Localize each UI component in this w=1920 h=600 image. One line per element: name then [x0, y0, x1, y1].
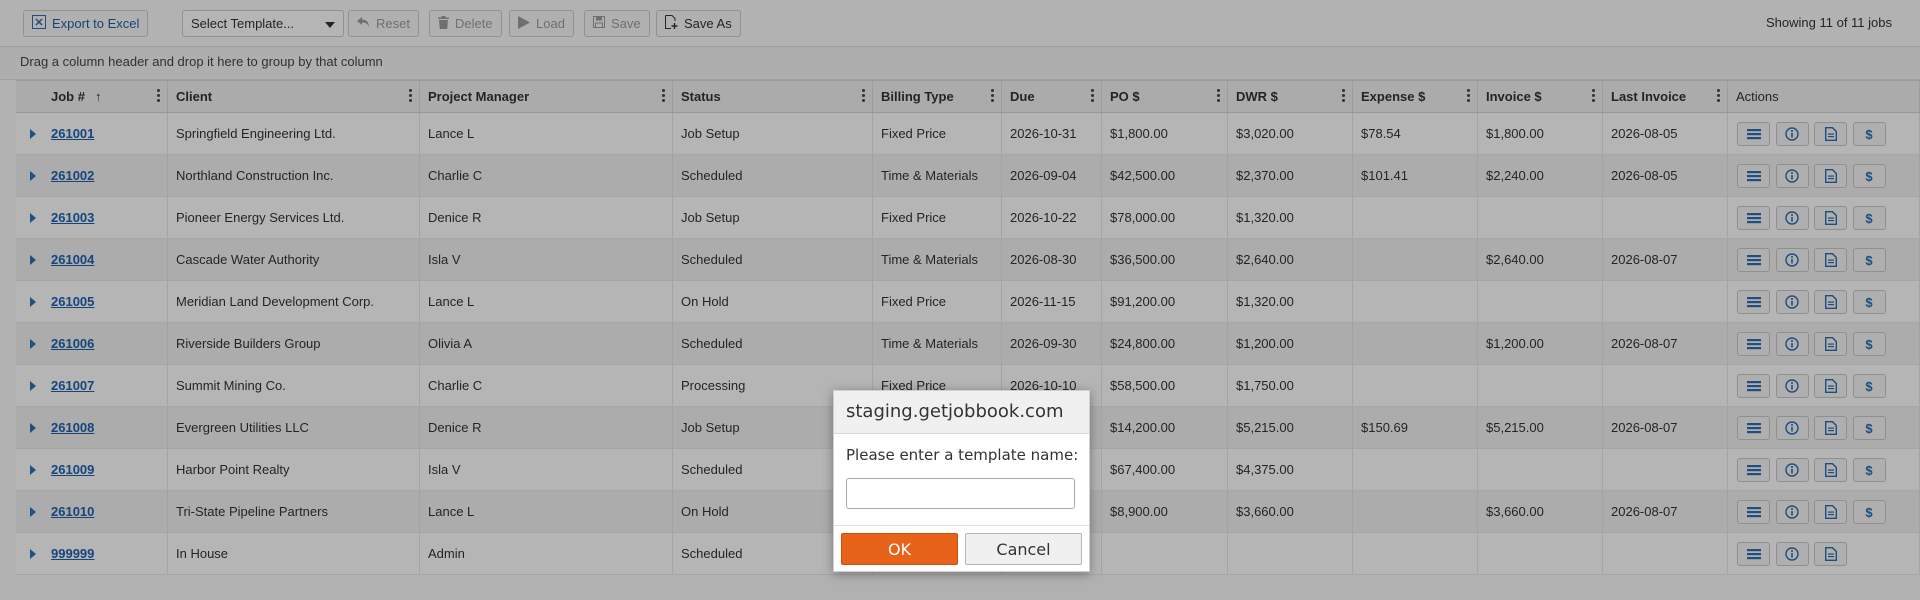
dialog-title: staging.getjobbook.com: [846, 401, 1064, 422]
template-name-prompt-dialog: staging.getjobbook.com Please enter a te…: [833, 390, 1090, 572]
dialog-header: staging.getjobbook.com: [834, 391, 1089, 434]
ok-button[interactable]: OK: [841, 533, 958, 565]
cancel-button[interactable]: Cancel: [965, 533, 1082, 565]
template-name-input[interactable]: [846, 478, 1075, 509]
dialog-message: Please enter a template name:: [846, 446, 1079, 464]
dialog-divider: [834, 525, 1089, 526]
